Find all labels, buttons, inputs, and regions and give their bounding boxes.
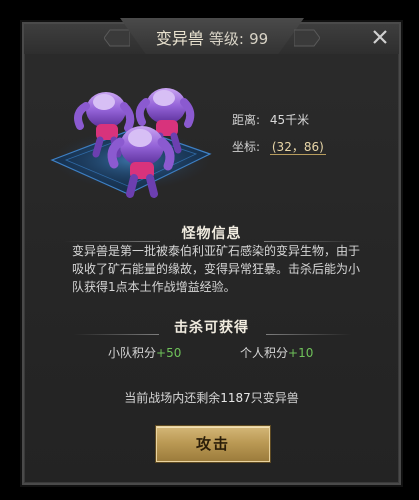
- monster-info-heading: 怪物信息: [181, 226, 242, 242]
- remaining-count: 1187: [220, 391, 251, 405]
- remaining-count-text: 当前战场内还剩余1187只变异兽: [24, 389, 399, 406]
- attack-button[interactable]: 攻击: [156, 426, 270, 462]
- monster-name: 变异兽: [155, 29, 204, 48]
- monster-description: 变异兽是第一批被泰伯利亚矿石感染的变异生物，由于吸收了矿石能量的缘故，变得异常狂…: [72, 244, 361, 294]
- close-button[interactable]: [369, 26, 391, 48]
- dialog-title: 变异兽 等级: 99: [120, 25, 304, 49]
- personal-points-reward: 个人积分+10: [240, 344, 313, 361]
- remaining-prefix: 当前战场内还剩余: [124, 391, 221, 405]
- team-points-reward: 小队积分+50: [108, 344, 181, 361]
- monster-info-dialog: 变异兽 等级: 99 距离: 45千米 坐标: (32，86) 怪物信息 变异兽…: [22, 18, 401, 485]
- dialog-titlebar: 变异兽 等级: 99: [24, 18, 399, 54]
- distance-label: 距离:: [232, 113, 261, 127]
- personal-points-value: +10: [288, 346, 314, 360]
- distance-row: 距离: 45千米: [232, 111, 309, 128]
- mutant-beast-group-image: [50, 88, 212, 198]
- personal-points-label: 个人积分: [240, 346, 289, 360]
- coordinate-label: 坐标:: [232, 140, 261, 154]
- level-value: 99: [249, 30, 269, 48]
- level-label: 等级:: [208, 30, 244, 48]
- rewards-divider-right: [266, 334, 351, 335]
- coordinate-link[interactable]: (32，86): [269, 140, 326, 155]
- team-points-value: +50: [156, 346, 182, 360]
- distance-value: 45千米: [269, 113, 310, 127]
- close-icon: [373, 30, 387, 44]
- remaining-suffix: 只变异兽: [250, 391, 299, 405]
- coordinate-row: 坐标: (32，86): [232, 138, 326, 155]
- team-points-label: 小队积分: [108, 346, 157, 360]
